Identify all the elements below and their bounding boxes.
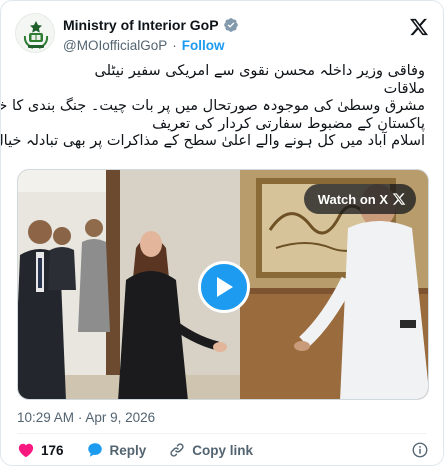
tweet-date: Apr 9, 2026	[85, 410, 156, 425]
copy-link-label: Copy link	[192, 442, 254, 458]
tweet-text-line: ملاقات	[383, 80, 425, 97]
x-logo-icon[interactable]	[409, 17, 429, 37]
x-logo-icon	[392, 193, 406, 205]
like-count: 176	[41, 442, 64, 458]
tweet-text-line: پاکستان کے مضبوط سفارتی کردار کی تعریف	[152, 115, 425, 132]
emblem-icon	[16, 14, 54, 52]
tweet-timestamp[interactable]: 10:29 AM · Apr 9, 2026	[17, 410, 155, 425]
play-icon	[217, 277, 233, 297]
link-icon	[170, 443, 184, 457]
reply-label: Reply	[109, 442, 147, 458]
separator-dot: ·	[77, 410, 83, 425]
tweet-time: 10:29 AM	[17, 410, 75, 425]
account-info: Ministry of Interior GoP @MOIofficialGoP…	[63, 15, 239, 55]
verified-badge-icon	[223, 18, 238, 32]
reply-button[interactable]: Reply	[86, 441, 147, 459]
video-thumbnail[interactable]: Watch on X	[17, 169, 429, 400]
like-button[interactable]: 176	[17, 441, 64, 459]
account-handle[interactable]: @MOIofficialGoP	[63, 38, 167, 53]
tweet-text: وفاقی وزیر داخلہ محسن نقوی سے امریکی سفی…	[0, 63, 425, 151]
copy-link-button[interactable]: Copy link	[168, 441, 253, 459]
account-name[interactable]: Ministry of Interior GoP	[63, 17, 219, 33]
footer-divider	[17, 433, 427, 434]
tweet-text-line: اسلام آباد میں کل ہونے والے اعلیٰ سطح کے…	[0, 133, 425, 150]
tweet-text-line: مشرق وسطیٰ کی موجودہ صورتحال میں پر بات …	[1, 98, 425, 115]
speech-bubble-icon	[87, 443, 102, 457]
tweet-actions: 176 Reply Copy link	[17, 440, 275, 460]
play-button[interactable]	[198, 261, 250, 313]
heart-icon	[18, 443, 34, 458]
separator-dot: ·	[172, 37, 177, 53]
account-avatar[interactable]	[15, 13, 55, 53]
tweet-text-line: وفاقی وزیر داخلہ محسن نقوی سے امریکی سفی…	[94, 63, 425, 79]
tweet-embed-card: Ministry of Interior GoP @MOIofficialGoP…	[0, 0, 444, 466]
info-icon[interactable]	[411, 441, 429, 459]
watch-label: Watch on X	[317, 191, 388, 207]
follow-button[interactable]: Follow	[182, 38, 225, 53]
watch-on-x-button[interactable]: Watch on X	[303, 184, 416, 214]
tweet-header: Ministry of Interior GoP @MOIofficialGoP…	[15, 13, 429, 57]
